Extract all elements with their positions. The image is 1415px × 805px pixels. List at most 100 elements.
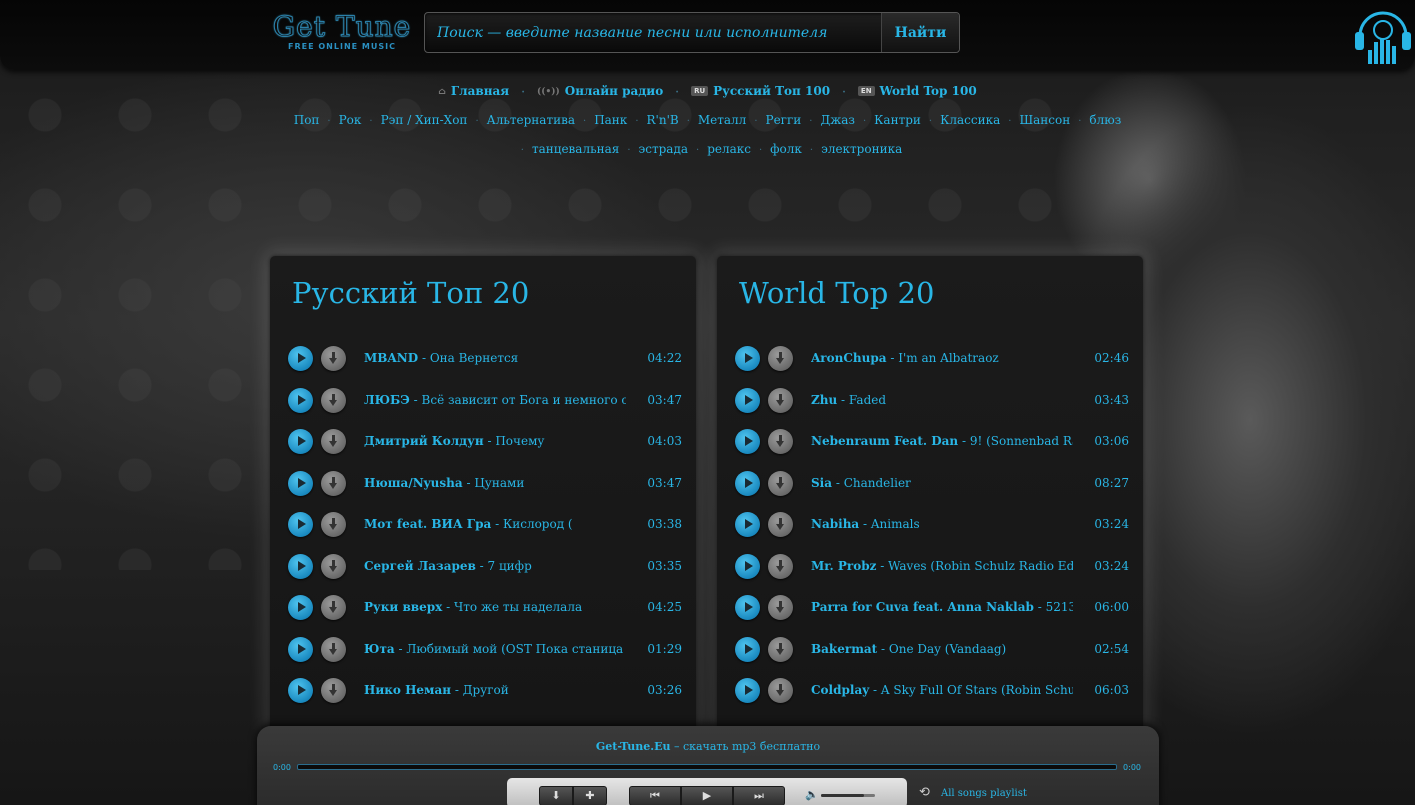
play-track-button[interactable]: [735, 595, 760, 620]
play-track-button[interactable]: [288, 553, 313, 579]
track-link[interactable]: MBAND - Она Вернется: [364, 351, 626, 368]
genre-link[interactable]: Регги: [766, 113, 802, 127]
track-artist: ЛЮБЭ: [364, 392, 410, 407]
genre-link[interactable]: Джаз: [820, 113, 855, 127]
track-link[interactable]: Sia - Chandelier: [811, 476, 1073, 493]
track-title: 7 цифр: [487, 558, 532, 573]
previous-button[interactable]: ⏮: [629, 786, 681, 805]
download-track-button[interactable]: [321, 387, 346, 413]
genre-link[interactable]: фолк: [770, 142, 802, 156]
repeat-icon[interactable]: ⟲: [919, 786, 935, 800]
genre-link[interactable]: Кантри: [874, 113, 921, 127]
genre-link[interactable]: эстрада: [639, 142, 688, 156]
player-site-name[interactable]: Get-Tune.Eu: [596, 740, 671, 753]
track-row: Mr. Probz - Waves (Robin Schulz Radio Ed…: [735, 552, 1131, 580]
play-track-button[interactable]: [735, 470, 760, 496]
play-track-button[interactable]: [735, 429, 760, 454]
play-track-button[interactable]: [288, 512, 313, 537]
track-link[interactable]: Нюша/Nyusha - Цунами: [364, 476, 626, 493]
headphones-logo-icon[interactable]: [1352, 2, 1414, 68]
next-button[interactable]: ⏭: [733, 786, 785, 805]
play-button[interactable]: ▶: [681, 786, 733, 805]
search-input[interactable]: [437, 23, 877, 43]
download-track-button[interactable]: [321, 553, 346, 579]
download-track-button[interactable]: [768, 512, 793, 537]
search-button[interactable]: Найти: [881, 13, 959, 52]
track-link[interactable]: Coldplay - A Sky Full Of Stars (Robin Sc…: [811, 683, 1073, 700]
play-track-button[interactable]: [288, 636, 313, 662]
track-link[interactable]: Сергей Лазарев - 7 цифр: [364, 559, 626, 576]
download-track-button[interactable]: [321, 346, 346, 371]
track-link[interactable]: Дмитрий Колдун - Почему: [364, 434, 626, 451]
play-track-button[interactable]: [735, 387, 760, 413]
genre-link[interactable]: R'n'B: [647, 113, 679, 127]
download-track-button[interactable]: [768, 678, 793, 703]
track-separator: -: [462, 475, 475, 490]
play-track-button[interactable]: [288, 470, 313, 496]
genre-link[interactable]: танцевальная: [532, 142, 619, 156]
nav-home[interactable]: ⌂ Главная: [438, 84, 509, 98]
genre-link[interactable]: Рок: [339, 113, 362, 127]
download-track-button[interactable]: [768, 595, 793, 620]
track-title: Waves (Robin Schulz Radio Edit): [888, 558, 1073, 573]
play-track-button[interactable]: [288, 387, 313, 413]
track-link[interactable]: Bakermat - One Day (Vandaag): [811, 642, 1073, 659]
download-track-button[interactable]: [321, 429, 346, 454]
download-track-button[interactable]: [321, 678, 346, 703]
track-link[interactable]: Zhu - Faded: [811, 393, 1073, 410]
download-track-button[interactable]: [768, 636, 793, 662]
genre-link[interactable]: Шансон: [1019, 113, 1070, 127]
nav-world-top-100[interactable]: EN World Top 100: [857, 84, 977, 98]
add-to-playlist-button[interactable]: ✚: [573, 786, 607, 805]
track-link[interactable]: Юта - Любимый мой (OST Пока станица сп: [364, 642, 626, 659]
nav-separator: ·: [686, 116, 690, 127]
genre-link[interactable]: блюз: [1089, 113, 1121, 127]
download-track-button[interactable]: [321, 595, 346, 620]
nav-online-radio[interactable]: ((•)) Онлайн радио: [537, 84, 663, 98]
download-track-button[interactable]: [321, 636, 346, 662]
download-track-button[interactable]: [768, 553, 793, 579]
volume-slider[interactable]: [821, 794, 875, 797]
play-track-button[interactable]: [288, 346, 313, 371]
play-track-button[interactable]: [735, 636, 760, 662]
genre-link[interactable]: Поп: [294, 113, 320, 127]
download-button[interactable]: ⬇: [539, 786, 573, 805]
download-track-button[interactable]: [768, 346, 793, 371]
volume-icon[interactable]: 🔈: [805, 788, 819, 801]
genre-link[interactable]: Альтернатива: [487, 113, 575, 127]
track-link[interactable]: Nabiha - Animals: [811, 517, 1073, 534]
play-track-button[interactable]: [288, 595, 313, 620]
nav-separator: ·: [675, 87, 679, 98]
track-link[interactable]: Parra for Cuva feat. Anna Naklab - 52139…: [811, 600, 1073, 617]
genre-link[interactable]: Панк: [594, 113, 627, 127]
download-track-button[interactable]: [768, 429, 793, 454]
play-track-button[interactable]: [288, 678, 313, 703]
play-track-button[interactable]: [288, 429, 313, 454]
play-track-button[interactable]: [735, 512, 760, 537]
download-track-button[interactable]: [321, 512, 346, 537]
genre-link[interactable]: Металл: [698, 113, 746, 127]
all-songs-playlist-link[interactable]: All songs playlist: [941, 788, 1027, 799]
track-link[interactable]: ЛЮБЭ - Всё зависит от Бога и немного от …: [364, 393, 626, 410]
genre-link[interactable]: электроника: [821, 142, 902, 156]
download-track-button[interactable]: [768, 470, 793, 496]
site-logo[interactable]: Get Tune FREE ONLINE MUSIC: [272, 11, 412, 54]
play-track-button[interactable]: [735, 346, 760, 371]
play-track-button[interactable]: [735, 678, 760, 703]
track-link[interactable]: Mr. Probz - Waves (Robin Schulz Radio Ed…: [811, 559, 1073, 576]
track-link[interactable]: Мот feat. ВИА Гра - Кислород (: [364, 517, 626, 534]
nav-russian-top-100[interactable]: RU Русский Топ 100: [691, 84, 830, 98]
track-artist: MBAND: [364, 351, 419, 365]
track-link[interactable]: Nebenraum Feat. Dan - 9! (Sonnenbad Radi…: [811, 434, 1073, 451]
track-row: MBAND - Она Вернется 04:22: [288, 344, 684, 372]
genre-link[interactable]: Рэп / Хип-Хоп: [381, 113, 468, 127]
download-track-button[interactable]: [768, 387, 793, 413]
genre-link[interactable]: Классика: [940, 113, 1000, 127]
download-track-button[interactable]: [321, 470, 346, 496]
play-track-button[interactable]: [735, 553, 760, 579]
track-link[interactable]: AronChupa - I'm an Albatraoz: [811, 351, 1073, 368]
track-link[interactable]: Руки вверх - Что же ты наделала: [364, 600, 626, 617]
progress-bar[interactable]: [297, 764, 1117, 770]
genre-link[interactable]: релакс: [707, 142, 751, 156]
track-link[interactable]: Нико Неман - Другой: [364, 683, 626, 700]
